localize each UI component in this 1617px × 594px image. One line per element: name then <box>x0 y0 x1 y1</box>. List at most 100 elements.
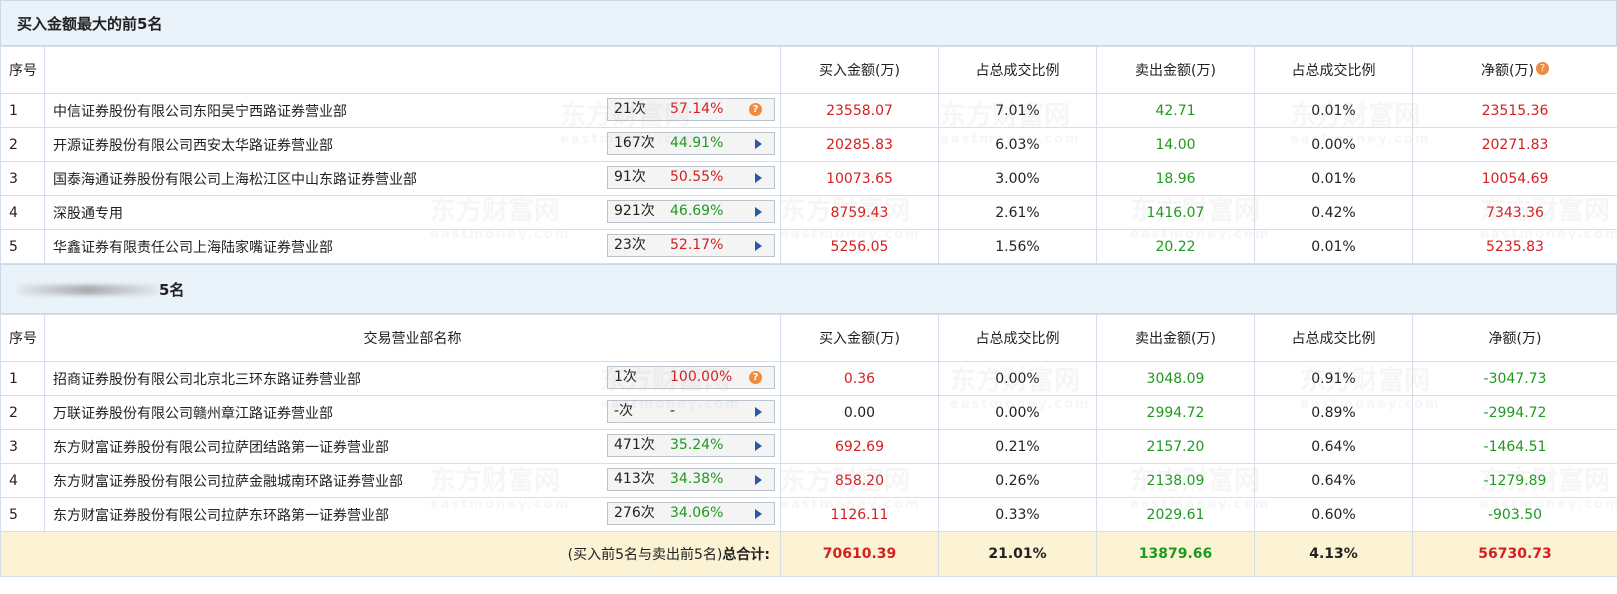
sell-ratio: 0.89% <box>1254 395 1413 430</box>
broker-name-link[interactable]: 万联证券股份有限公司赣州章江路证券营业部 <box>53 406 333 422</box>
sell-ratio: 0.01% <box>1254 229 1413 264</box>
net-amount: 23515.36 <box>1412 93 1617 128</box>
trade-stats-badge[interactable]: 413次 34.38% <box>607 468 775 491</box>
total-net: 56730.73 <box>1412 531 1617 577</box>
col-net: 净额(万)? <box>1412 46 1617 94</box>
net-amount: -903.50 <box>1412 497 1617 532</box>
col-sell: 卖出金额(万) <box>1096 46 1255 94</box>
sell-ratio: 0.64% <box>1254 463 1413 498</box>
buy-amount: 8759.43 <box>780 195 939 230</box>
col-name <box>44 46 781 94</box>
broker-cell: 华鑫证券有限责任公司上海陆家嘴证券营业部 23次 52.17% <box>44 229 781 264</box>
expand-arrow-icon[interactable] <box>755 441 762 451</box>
sell-amount: 2994.72 <box>1096 395 1255 430</box>
net-amount: 10054.69 <box>1412 161 1617 196</box>
table-row: 2 万联证券股份有限公司赣州章江路证券营业部 -次 - 0.00 0.00% 2994.72… <box>0 395 1617 430</box>
col-buy-ratio: 占总成交比例 <box>938 314 1097 362</box>
buy-ratio: 0.26% <box>938 463 1097 498</box>
broker-cell: 中信证券股份有限公司东阳吴宁西路证券营业部 21次 57.14%? <box>44 93 781 128</box>
sell-section-title-text: 5名 <box>159 281 185 299</box>
broker-name-link[interactable]: 开源证券股份有限公司西安太华路证券营业部 <box>53 138 333 154</box>
net-amount: -2994.72 <box>1412 395 1617 430</box>
buy-amount: 23558.07 <box>780 93 939 128</box>
broker-name-link[interactable]: 中信证券股份有限公司东阳吴宁西路证券营业部 <box>53 104 347 120</box>
row-seq: 2 <box>0 395 45 430</box>
broker-name-link[interactable]: 深股通专用 <box>53 206 123 222</box>
broker-cell: 深股通专用 921次 46.69% <box>44 195 781 230</box>
expand-arrow-icon[interactable] <box>755 241 762 251</box>
trade-count: 276次 <box>614 505 655 521</box>
broker-name-link[interactable]: 东方财富证券股份有限公司拉萨团结路第一证券营业部 <box>53 440 389 456</box>
win-rate: 100.00% <box>670 369 733 385</box>
sell-ratio: 0.00% <box>1254 127 1413 162</box>
trade-stats-badge[interactable]: 276次 34.06% <box>607 502 775 525</box>
trade-count: 21次 <box>614 101 646 117</box>
col-buy: 买入金额(万) <box>780 46 939 94</box>
sell-amount: 42.71 <box>1096 93 1255 128</box>
trade-stats-badge[interactable]: 471次 35.24% <box>607 434 775 457</box>
trade-count: 413次 <box>614 471 655 487</box>
row-seq: 2 <box>0 127 45 162</box>
table-row: 5 东方财富证券股份有限公司拉萨东环路第一证券营业部 276次 34.06% 1126.… <box>0 497 1617 532</box>
expand-arrow-icon[interactable] <box>755 139 762 149</box>
expand-arrow-icon[interactable] <box>755 475 762 485</box>
trade-count: 23次 <box>614 237 646 253</box>
buy-ratio: 0.00% <box>938 395 1097 430</box>
buy-ratio: 3.00% <box>938 161 1097 196</box>
trade-count: 91次 <box>614 169 646 185</box>
table-row: 4 东方财富证券股份有限公司拉萨金融城南环路证券营业部 413次 34.38% 858.… <box>0 463 1617 498</box>
broker-name-link[interactable]: 招商证券股份有限公司北京北三环东路证券营业部 <box>53 372 361 388</box>
broker-name-link[interactable]: 华鑫证券有限责任公司上海陆家嘴证券营业部 <box>53 240 333 256</box>
buy-ratio: 1.56% <box>938 229 1097 264</box>
trade-stats-badge[interactable]: 167次 44.91% <box>607 132 775 155</box>
help-question-icon[interactable]: ? <box>749 103 762 116</box>
sell-amount: 20.22 <box>1096 229 1255 264</box>
col-seq: 序号 <box>0 46 45 94</box>
trade-stats-badge[interactable]: 91次 50.55% <box>607 166 775 189</box>
broker-cell: 东方财富证券股份有限公司拉萨金融城南环路证券营业部 413次 34.38% <box>44 463 781 498</box>
broker-name-link[interactable]: 国泰海通证券股份有限公司上海松江区中山东路证券营业部 <box>53 172 417 188</box>
broker-name-link[interactable]: 东方财富证券股份有限公司拉萨金融城南环路证券营业部 <box>53 474 403 490</box>
total-sell-ratio: 4.13% <box>1254 531 1413 577</box>
sell-amount: 2138.09 <box>1096 463 1255 498</box>
trade-stats-badge[interactable]: -次 - <box>607 400 775 423</box>
buy-amount: 692.69 <box>780 429 939 464</box>
total-buy-ratio: 21.01% <box>938 531 1097 577</box>
sell-ratio: 0.91% <box>1254 361 1413 396</box>
total-label-prefix: (买入前5名与卖出前5名) <box>567 547 723 563</box>
buy-ratio: 2.61% <box>938 195 1097 230</box>
buy-table-header: 序号 买入金额(万) 占总成交比例 卖出金额(万) 占总成交比例 净额(万)? <box>0 46 1617 94</box>
trade-count: 921次 <box>614 203 655 219</box>
buy-amount: 5256.05 <box>780 229 939 264</box>
trade-stats-badge[interactable]: 1次 100.00%? <box>607 366 775 389</box>
buy-ratio: 6.03% <box>938 127 1097 162</box>
buy-ratio: 0.21% <box>938 429 1097 464</box>
buy-amount: 20285.83 <box>780 127 939 162</box>
sell-table-header: 序号 交易营业部名称 买入金额(万) 占总成交比例 卖出金额(万) 占总成交比例… <box>0 314 1617 362</box>
trade-stats-badge[interactable]: 21次 57.14%? <box>607 98 775 121</box>
buy-table: 序号 买入金额(万) 占总成交比例 卖出金额(万) 占总成交比例 净额(万)? … <box>0 46 1617 264</box>
sell-table-body: 1 招商证券股份有限公司北京北三环东路证券营业部 1次 100.00%? 0.36 0.0… <box>0 361 1617 532</box>
trade-stats-badge[interactable]: 23次 52.17% <box>607 234 775 257</box>
net-amount: -3047.73 <box>1412 361 1617 396</box>
sell-amount: 14.00 <box>1096 127 1255 162</box>
trade-stats-badge[interactable]: 921次 46.69% <box>607 200 775 223</box>
expand-arrow-icon[interactable] <box>755 509 762 519</box>
blurred-title-region <box>17 285 159 295</box>
row-seq: 3 <box>0 429 45 464</box>
sell-ratio: 0.60% <box>1254 497 1413 532</box>
expand-arrow-icon[interactable] <box>755 207 762 217</box>
help-question-icon[interactable]: ? <box>1535 62 1549 75</box>
total-buy: 70610.39 <box>780 531 939 577</box>
broker-name-link[interactable]: 东方财富证券股份有限公司拉萨东环路第一证券营业部 <box>53 508 389 524</box>
table-row: 5 华鑫证券有限责任公司上海陆家嘴证券营业部 23次 52.17% 5256.05 1.5… <box>0 229 1617 264</box>
row-seq: 3 <box>0 161 45 196</box>
lhb-page: 买入金额最大的前5名 序号 买入金额(万) 占总成交比例 卖出金额(万) 占总成… <box>0 0 1617 594</box>
expand-arrow-icon[interactable] <box>755 407 762 417</box>
expand-arrow-icon[interactable] <box>755 173 762 183</box>
total-row: (买入前5名与卖出前5名)总合计: 70610.39 21.01% 13879.… <box>0 531 1617 577</box>
help-question-icon[interactable]: ? <box>749 371 762 384</box>
row-seq: 5 <box>0 229 45 264</box>
net-amount: -1279.89 <box>1412 463 1617 498</box>
row-seq: 1 <box>0 361 45 396</box>
